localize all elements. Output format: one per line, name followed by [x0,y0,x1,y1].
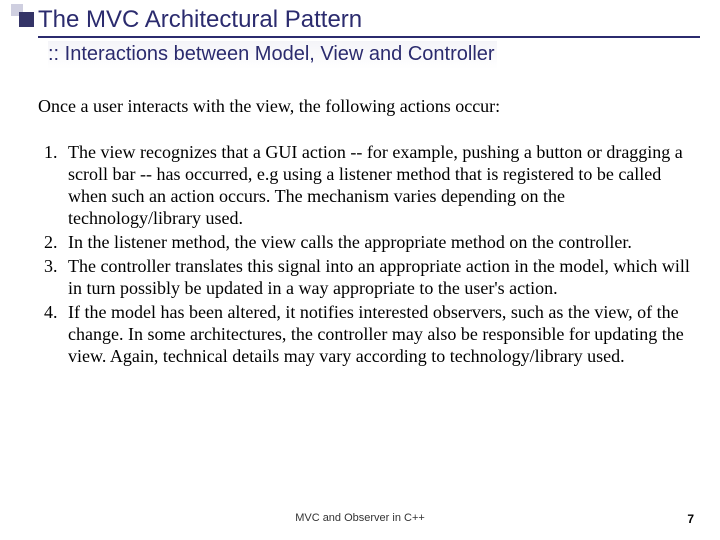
list-item: The controller translates this signal in… [62,255,702,299]
slide-subtitle: :: Interactions between Model, View and … [48,41,497,69]
ordered-list: The view recognizes that a GUI action --… [62,141,702,367]
list-item-text: The controller translates this signal in… [68,256,690,298]
decorative-square-icon [19,12,34,27]
list-item-text: In the listener method, the view calls t… [68,232,632,252]
list-item-text: If the model has been altered, it notifi… [68,302,684,366]
slide: The MVC Architectural Pattern :: Interac… [0,0,720,540]
slide-title: The MVC Architectural Pattern [38,6,720,34]
title-underline [38,36,700,38]
footer-text: MVC and Observer in C++ [0,512,720,524]
list-item: The view recognizes that a GUI action --… [62,141,702,229]
header: The MVC Architectural Pattern :: Interac… [0,0,720,69]
page-number: 7 [687,512,694,526]
list-item: In the listener method, the view calls t… [62,231,702,253]
list-item: If the model has been altered, it notifi… [62,301,702,367]
intro-text: Once a user interacts with the view, the… [38,95,720,117]
list-item-text: The view recognizes that a GUI action --… [68,142,683,228]
